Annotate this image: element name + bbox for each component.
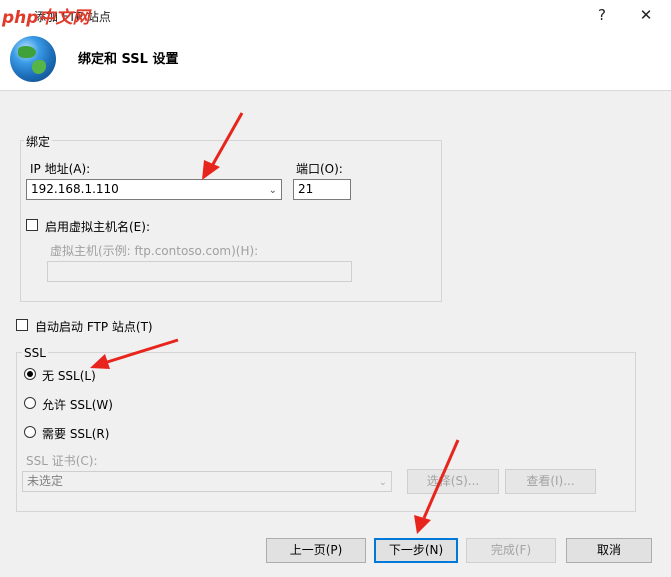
radio-require-ssl[interactable] [24,426,36,438]
auto-start-checkbox[interactable] [16,319,28,331]
virtual-host-checkbox-label: 启用虚拟主机名(E): [45,220,150,234]
virtual-host-label: 虚拟主机(示例: ftp.contoso.com)(H): [50,244,259,258]
ip-address-dropdown[interactable]: 192.168.1.110 ⌄ [26,179,282,200]
select-cert-button[interactable]: 选择(S)... [407,469,499,494]
port-value: 21 [298,182,314,196]
port-label: 端口(O): [296,162,343,176]
radio-no-ssl-label: 无 SSL(L) [42,369,96,383]
radio-require-ssl-label: 需要 SSL(R) [42,427,110,441]
auto-start-label: 自动启动 FTP 站点(T) [35,320,153,334]
virtual-host-checkbox[interactable] [26,219,38,231]
prev-button[interactable]: 上一页(P) [266,538,366,563]
watermark-logo: php中文网 [2,8,90,28]
chevron-down-icon: ⌄ [378,477,387,488]
ssl-cert-value: 未选定 [27,474,64,488]
radio-allow-ssl[interactable] [24,397,36,409]
help-button[interactable]: ? [582,0,622,30]
page-title: 绑定和 SSL 设置 [78,52,179,67]
close-button[interactable]: ✕ [626,0,666,30]
cancel-button[interactable]: 取消 [566,538,652,563]
ssl-cert-dropdown[interactable]: 未选定 ⌄ [22,471,392,492]
radio-no-ssl[interactable] [24,368,36,380]
globe-icon [10,36,56,82]
arrow-next-head [414,515,431,534]
ip-address-label: IP 地址(A): [30,162,91,176]
binding-group-label: 绑定 [24,133,53,150]
next-button[interactable]: 下一步(N) [374,538,458,563]
virtual-host-input[interactable] [47,261,352,282]
view-cert-button[interactable]: 查看(I)... [505,469,596,494]
port-input[interactable]: 21 [293,179,351,200]
finish-button[interactable]: 完成(F) [466,538,556,563]
ssl-group-label: SSL [22,346,48,360]
ip-address-value: 192.168.1.110 [31,182,119,196]
radio-allow-ssl-label: 允许 SSL(W) [42,398,113,412]
ssl-cert-label: SSL 证书(C): [26,454,98,468]
chevron-down-icon: ⌄ [268,185,277,196]
